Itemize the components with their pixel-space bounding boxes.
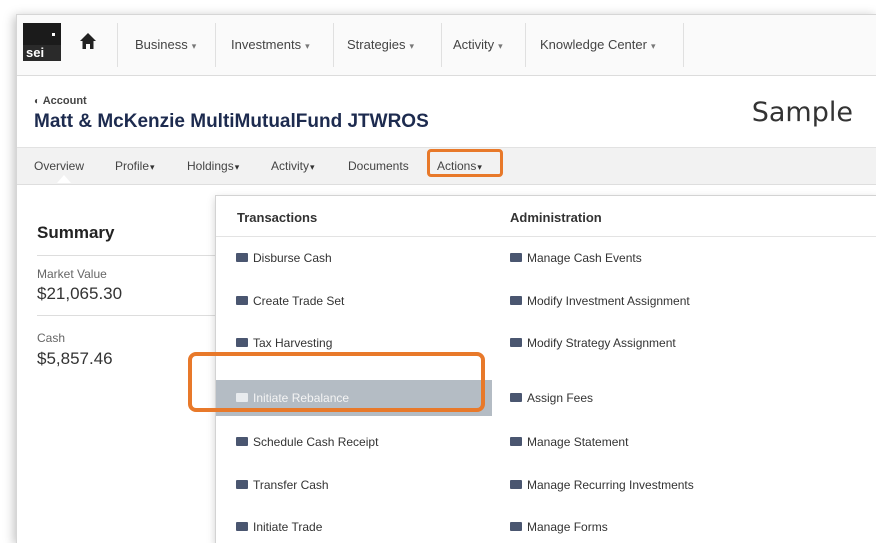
nav-divider <box>525 23 526 67</box>
chevron-down-icon: ▾ <box>650 41 656 51</box>
tab-activity[interactable]: Activity▾ <box>271 148 315 184</box>
rebalance-highlight-box <box>188 352 485 412</box>
logo-text: sei <box>23 45 61 61</box>
menu-item-label: Schedule Cash Receipt <box>253 435 379 449</box>
actions-highlight-box <box>427 149 503 177</box>
menu-item-initiate-trade[interactable]: Initiate Trade <box>236 513 322 541</box>
menu-icon <box>236 522 248 532</box>
tab-documents[interactable]: Documents <box>348 148 409 184</box>
account-label: ◐ Account <box>34 95 87 107</box>
divider <box>37 315 217 316</box>
menu-icon <box>510 437 522 447</box>
nav-business[interactable]: Business ▾ <box>135 15 196 75</box>
market-value-label: Market Value <box>37 267 107 281</box>
menu-item-create-trade-set[interactable]: Create Trade Set <box>236 287 344 315</box>
summary-title: Summary <box>37 223 115 242</box>
menu-item-label: Disburse Cash <box>253 251 332 265</box>
menu-item-label: Tax Harvesting <box>253 336 333 350</box>
account-icon: ◐ <box>34 96 41 107</box>
tab-profile-label: Profile <box>115 159 150 173</box>
menu-item-label: Initiate Trade <box>253 520 323 534</box>
tab-holdings-label: Holdings <box>187 159 234 173</box>
nav-activity[interactable]: Activity ▾ <box>453 15 503 75</box>
menu-icon <box>510 393 522 403</box>
cash-value: $5,857.46 <box>37 349 113 368</box>
menu-icon <box>510 338 522 348</box>
chevron-down-icon: ▾ <box>191 41 197 51</box>
menu-item-schedule-cash-receipt[interactable]: Schedule Cash Receipt <box>236 428 378 456</box>
menu-icon <box>236 437 248 447</box>
nav-investments-label: Investments <box>231 37 302 52</box>
nav-investments[interactable]: Investments ▾ <box>231 15 310 75</box>
menu-icon <box>236 480 248 490</box>
menu-icon <box>510 253 522 263</box>
chevron-down-icon: ▾ <box>305 41 310 51</box>
menu-item-label: Manage Recurring Investments <box>527 478 694 492</box>
caret-down-icon: ▾ <box>310 162 315 172</box>
tab-documents-label: Documents <box>348 159 409 173</box>
nav-activity-label: Activity <box>453 37 495 52</box>
menu-item-label: Manage Forms <box>527 520 608 534</box>
menu-item-manage-forms[interactable]: Manage Forms <box>510 513 608 541</box>
nav-divider <box>441 23 442 67</box>
account-label-text: Account <box>42 95 87 107</box>
menu-item-label: Create Trade Set <box>253 294 345 308</box>
administration-heading: Administration <box>510 210 602 225</box>
menu-item-label: Manage Statement <box>527 435 629 449</box>
market-value: $21,065.30 <box>37 284 123 303</box>
tab-overview-label: Overview <box>34 159 85 173</box>
nav-knowledge-center-label: Knowledge Center <box>540 37 647 52</box>
transactions-heading: Transactions <box>237 210 318 225</box>
sample-watermark: Sample <box>751 97 853 128</box>
home-icon[interactable] <box>79 29 97 53</box>
menu-item-assign-fees[interactable]: Assign Fees <box>510 384 593 412</box>
menu-item-modify-strategy-assignment[interactable]: Modify Strategy Assignment <box>510 329 676 357</box>
divider <box>216 236 876 237</box>
active-tab-notch <box>57 175 71 183</box>
tab-holdings[interactable]: Holdings▾ <box>187 148 239 184</box>
divider <box>37 255 217 256</box>
menu-item-manage-recurring-investments[interactable]: Manage Recurring Investments <box>510 471 694 499</box>
logo-dot <box>52 33 55 36</box>
menu-icon <box>510 480 522 490</box>
menu-icon <box>236 296 248 306</box>
cash-label: Cash <box>37 331 66 345</box>
menu-item-transfer-cash[interactable]: Transfer Cash <box>236 471 329 499</box>
menu-item-label: Transfer Cash <box>253 478 329 492</box>
account-title: Matt & McKenzie MultiMutualFund JTWROS <box>34 111 429 132</box>
menu-icon <box>236 253 248 263</box>
nav-divider <box>215 23 216 67</box>
nav-divider <box>683 23 684 67</box>
tab-activity-label: Activity <box>271 159 310 173</box>
app-window: sei Business ▾ Investments ▾ Strategies ▾ A… <box>16 14 876 543</box>
nav-strategies-label: Strategies <box>347 37 406 52</box>
menu-item-label: Modify Strategy Assignment <box>527 336 676 350</box>
menu-item-disburse-cash[interactable]: Disburse Cash <box>236 244 332 272</box>
tab-profile[interactable]: Profile▾ <box>115 148 155 184</box>
menu-item-label: Assign Fees <box>527 391 594 405</box>
caret-down-icon: ▾ <box>150 162 155 172</box>
chevron-down-icon: ▾ <box>498 41 503 51</box>
menu-item-manage-statement[interactable]: Manage Statement <box>510 428 628 456</box>
nav-business-label: Business <box>135 37 188 52</box>
menu-item-label: Modify Investment Assignment <box>527 294 690 308</box>
nav-strategies[interactable]: Strategies ▾ <box>347 15 414 75</box>
top-nav: sei Business ▾ Investments ▾ Strategies ▾ A… <box>17 15 876 76</box>
sei-logo[interactable]: sei <box>23 23 61 61</box>
menu-icon <box>510 296 522 306</box>
menu-item-label: Manage Cash Events <box>527 251 642 265</box>
chevron-down-icon: ▾ <box>409 41 415 51</box>
nav-divider <box>333 23 334 67</box>
menu-item-manage-cash-events[interactable]: Manage Cash Events <box>510 244 642 272</box>
menu-item-modify-investment-assignment[interactable]: Modify Investment Assignment <box>510 287 690 315</box>
caret-down-icon: ▾ <box>234 162 240 172</box>
menu-icon <box>236 338 248 348</box>
menu-icon <box>510 522 522 532</box>
nav-divider <box>117 23 118 67</box>
nav-knowledge-center[interactable]: Knowledge Center ▾ <box>540 15 656 75</box>
